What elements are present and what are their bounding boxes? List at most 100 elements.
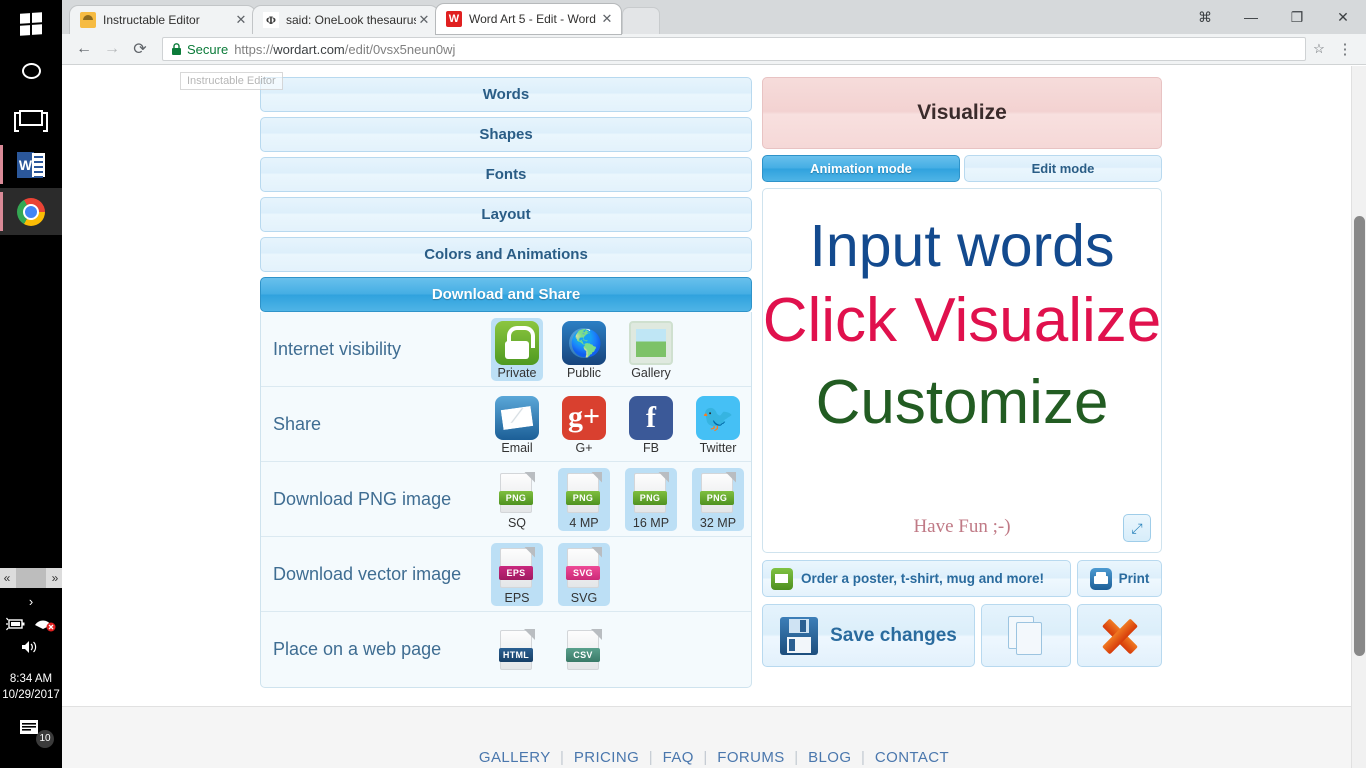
- png-4mp-button[interactable]: PNG 4 MP: [558, 467, 610, 531]
- facebook-icon: f: [629, 395, 673, 440]
- shopping-cart-icon: [771, 567, 793, 590]
- option-caption: G+: [575, 440, 593, 455]
- accordion-colors-and-animations[interactable]: Colors and Animations: [260, 237, 752, 272]
- chrome-menu-button[interactable]: ⋮: [1332, 40, 1358, 58]
- save-label: Save changes: [830, 624, 957, 646]
- reload-button[interactable]: ⟳: [126, 39, 154, 59]
- csv-button[interactable]: CSV: [558, 625, 610, 674]
- user-profile-icon[interactable]: ⌘: [1182, 9, 1228, 26]
- editor-right-column: Visualize Animation mode Edit mode Input…: [762, 77, 1162, 667]
- accordion-shapes[interactable]: Shapes: [260, 117, 752, 152]
- tab-edit-mode[interactable]: Edit mode: [964, 155, 1162, 182]
- volume-icon[interactable]: [20, 639, 42, 655]
- file-tag: CSV: [566, 648, 600, 662]
- footer-link-gallery[interactable]: GALLERY: [479, 749, 550, 766]
- taskbar-scrollbar[interactable]: « »: [0, 568, 62, 588]
- order-print-row: Order a poster, t-shirt, mug and more! P…: [762, 560, 1162, 597]
- accordion-fonts[interactable]: Fonts: [260, 157, 752, 192]
- row-download-vector: Download vector image EPS EPS SVG SVG: [261, 537, 751, 612]
- lock-icon: [172, 42, 181, 55]
- tab-close-icon[interactable]: ✕: [233, 12, 249, 28]
- visibility-private-option[interactable]: Private: [491, 317, 543, 381]
- tab-onelook-thesaurus[interactable]: Φ said: OneLook thesaurus ✕: [253, 6, 438, 34]
- maximize-button[interactable]: ❐: [1274, 9, 1320, 26]
- wordart-canvas[interactable]: Input words Click Visualize Customize Ha…: [762, 188, 1162, 553]
- red-x-icon: [1100, 616, 1140, 656]
- print-button[interactable]: Print: [1077, 560, 1162, 597]
- taskbar-clock[interactable]: 8:34 AM 10/29/2017: [0, 671, 62, 703]
- row-label: Internet visibility: [273, 338, 402, 359]
- footer-link-blog[interactable]: BLOG: [808, 749, 851, 766]
- task-view-button[interactable]: [0, 94, 62, 141]
- tab-hover-tooltip: Instructable Editor: [180, 72, 283, 90]
- taskbar-scroll-right[interactable]: »: [48, 571, 62, 585]
- tab-close-icon[interactable]: ✕: [599, 11, 615, 27]
- start-button[interactable]: [0, 0, 62, 47]
- footer-separator: |: [703, 749, 708, 766]
- battery-charging-icon[interactable]: [6, 617, 26, 631]
- taskbar-scroll-left[interactable]: «: [0, 571, 14, 585]
- footer-link-contact[interactable]: CONTACT: [875, 749, 949, 766]
- tab-title: said: OneLook thesaurus: [286, 13, 416, 27]
- option-caption: SQ: [507, 515, 527, 530]
- back-button[interactable]: ←: [70, 40, 98, 58]
- share-gplus-button[interactable]: g+ G+: [558, 393, 610, 456]
- duplicate-button[interactable]: [981, 604, 1071, 667]
- footer-separator: |: [794, 749, 799, 766]
- action-center-button[interactable]: 10: [18, 717, 54, 748]
- svg-button[interactable]: SVG SVG: [558, 542, 610, 606]
- eps-file-icon: EPS: [498, 546, 536, 590]
- bookmark-star-icon[interactable]: ☆: [1306, 41, 1332, 57]
- page-scrollbar-thumb[interactable]: [1354, 216, 1365, 656]
- close-window-button[interactable]: ✕: [1320, 9, 1366, 26]
- order-merchandise-button[interactable]: Order a poster, t-shirt, mug and more!: [762, 560, 1071, 597]
- taskbar-chrome[interactable]: [0, 188, 62, 235]
- globe-icon: [562, 320, 606, 365]
- tab-instructable-editor[interactable]: Instructable Editor ✕: [70, 6, 255, 34]
- cortana-button[interactable]: [0, 47, 62, 94]
- taskbar-scroll-thumb[interactable]: [16, 568, 46, 588]
- png-16mp-button[interactable]: PNG 16 MP: [625, 467, 677, 531]
- accordion-words[interactable]: Words: [260, 77, 752, 112]
- file-tag: PNG: [633, 490, 667, 505]
- eps-button[interactable]: EPS EPS: [491, 542, 543, 606]
- taskbar-word[interactable]: W: [0, 141, 62, 188]
- delete-button[interactable]: [1077, 604, 1162, 667]
- network-disconnected-icon[interactable]: [34, 616, 56, 632]
- tab-animation-mode[interactable]: Animation mode: [762, 155, 960, 182]
- forward-button[interactable]: →: [98, 40, 126, 58]
- footer-links: GALLERY | PRICING | FAQ | FORUMS | BLOG …: [62, 749, 1366, 766]
- visibility-public-option[interactable]: Public: [558, 318, 610, 381]
- share-facebook-button[interactable]: f FB: [625, 393, 677, 456]
- option-caption: Gallery: [631, 365, 671, 380]
- visualize-button[interactable]: Visualize: [762, 77, 1162, 149]
- tab-word-art-5[interactable]: W Word Art 5 - Edit - Word ✕: [436, 4, 621, 34]
- wordart-line-2: Click Visualize: [762, 286, 1162, 355]
- png-32mp-button[interactable]: PNG 32 MP: [692, 467, 744, 531]
- printer-icon: [1089, 567, 1112, 590]
- address-bar[interactable]: Secure https://wordart.com/edit/0vsx5neu…: [162, 37, 1306, 61]
- tray-status-icons: [0, 616, 62, 632]
- tray-expand-chevron-icon[interactable]: ›: [0, 594, 62, 609]
- fullscreen-expand-icon[interactable]: ⤢: [1123, 514, 1151, 542]
- accordion-download-and-share[interactable]: Download and Share: [260, 277, 752, 312]
- url-path: /edit/0vsx5neun0wj: [344, 41, 456, 57]
- share-twitter-button[interactable]: 🐦 Twitter: [692, 393, 744, 456]
- minimize-button[interactable]: —: [1228, 9, 1274, 25]
- system-tray: › 8:34 AM 10/29/2017 10: [0, 588, 62, 768]
- png-sq-button[interactable]: PNG SQ: [491, 468, 543, 531]
- option-caption: EPS: [504, 590, 530, 605]
- footer-link-faq[interactable]: FAQ: [663, 749, 694, 766]
- visibility-gallery-option[interactable]: Gallery: [625, 318, 677, 381]
- page-scrollbar[interactable]: [1351, 66, 1366, 768]
- accordion-layout[interactable]: Layout: [260, 197, 752, 232]
- html-button[interactable]: HTML: [491, 625, 543, 674]
- tab-close-icon[interactable]: ✕: [416, 12, 432, 28]
- tab-title: Word Art 5 - Edit - Word: [469, 12, 596, 26]
- new-tab-button[interactable]: [623, 8, 659, 34]
- share-email-button[interactable]: Email: [491, 393, 543, 456]
- footer-link-forums[interactable]: FORUMS: [717, 749, 784, 766]
- visibility-options: Private Public Gallery: [491, 317, 677, 381]
- footer-link-pricing[interactable]: PRICING: [574, 749, 639, 766]
- save-changes-button[interactable]: Save changes: [762, 604, 975, 667]
